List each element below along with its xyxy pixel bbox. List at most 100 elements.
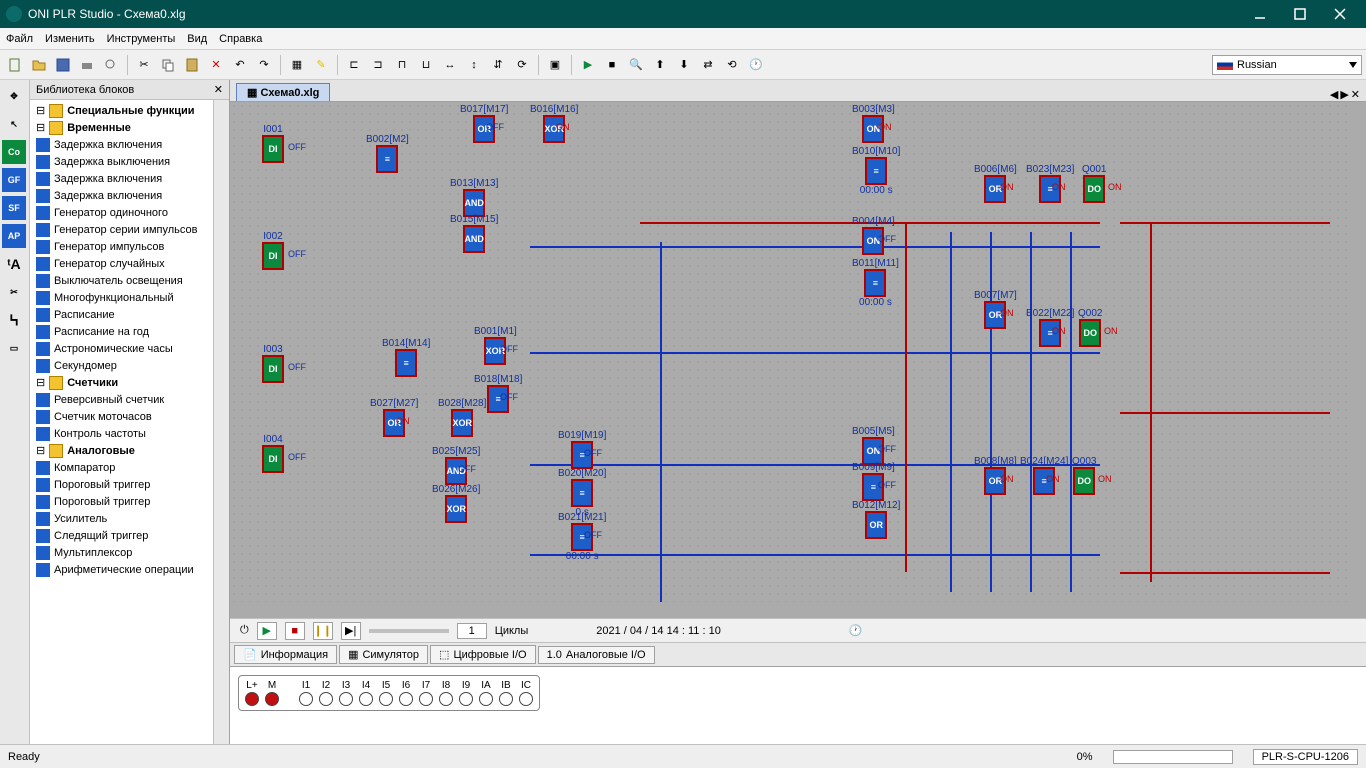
align-bottom-icon[interactable]: ⊔ <box>415 54 437 76</box>
dist-v-icon[interactable]: ↕ <box>463 54 485 76</box>
refresh-icon[interactable]: ⟲ <box>721 54 743 76</box>
tab-prev-icon[interactable]: ◀ <box>1330 88 1338 101</box>
tree-item[interactable]: Задержка включения <box>32 170 211 187</box>
tree-item[interactable]: Контроль частоты <box>32 425 211 442</box>
preview-button[interactable] <box>100 54 122 76</box>
block-I001[interactable]: I001DIOFF <box>262 124 284 163</box>
block-B019[interactable]: B019[M19]≡OFF <box>558 430 606 469</box>
minimize-button[interactable] <box>1240 0 1280 28</box>
sim-step-icon[interactable]: ▶| <box>341 622 361 640</box>
tree-group[interactable]: ⊟Аналоговые <box>32 442 211 459</box>
tool-pointer[interactable]: ↖ <box>2 112 26 136</box>
save-button[interactable] <box>52 54 74 76</box>
tree-group[interactable]: ⊟Временные <box>32 119 211 136</box>
dist-h-icon[interactable]: ↔ <box>439 54 461 76</box>
io-I8[interactable]: I8 <box>439 680 453 706</box>
tree-item[interactable]: Выключатель освещения <box>32 272 211 289</box>
tree-item[interactable]: Мультиплексор <box>32 544 211 561</box>
tree-item[interactable]: Реверсивный счетчик <box>32 391 211 408</box>
tree-item[interactable]: Генератор случайных <box>32 255 211 272</box>
block-B015[interactable]: B015[M15]AND <box>450 214 498 253</box>
tab-close-icon[interactable]: ✕ <box>1351 88 1360 101</box>
block-tree[interactable]: ⊟Специальные функции⊟ВременныеЗадержка в… <box>30 100 213 744</box>
block-B012[interactable]: B012[M12]OR <box>852 500 900 539</box>
block-B010[interactable]: B010[M10]≡00:00 s <box>852 146 900 196</box>
tree-item[interactable]: Секундомер <box>32 357 211 374</box>
tree-item[interactable]: Расписание на год <box>32 323 211 340</box>
io-IB[interactable]: IB <box>499 680 513 706</box>
io-I1[interactable]: I1 <box>299 680 313 706</box>
tree-item[interactable]: Генератор серии импульсов <box>32 221 211 238</box>
tool-sf[interactable]: SF <box>2 196 26 220</box>
tool-move[interactable]: ✥ <box>2 84 26 108</box>
tree-item[interactable]: Многофункциональный <box>32 289 211 306</box>
block-B027[interactable]: B027[M27]ORON <box>370 398 418 437</box>
tool-connect[interactable]: ┗┓ <box>2 308 26 332</box>
block-Q001[interactable]: Q001DOON <box>1082 164 1106 203</box>
io-I4[interactable]: I4 <box>359 680 373 706</box>
flip-icon[interactable]: ⇵ <box>487 54 509 76</box>
menu-edit[interactable]: Изменить <box>45 33 95 45</box>
io-I5[interactable]: I5 <box>379 680 393 706</box>
block-B009[interactable]: B009[M9]≡OFF <box>852 462 895 501</box>
tool-co[interactable]: Co <box>2 140 26 164</box>
block-I003[interactable]: I003DIOFF <box>262 344 284 383</box>
io-I2[interactable]: I2 <box>319 680 333 706</box>
tool-gf[interactable]: GF <box>2 168 26 192</box>
undo-icon[interactable]: ↶ <box>229 54 251 76</box>
tree-item[interactable]: Генератор одиночного <box>32 204 211 221</box>
block-B014[interactable]: B014[M14]≡ <box>382 338 430 377</box>
tree-item[interactable]: Задержка выключения <box>32 153 211 170</box>
tab-next-icon[interactable]: ▶ <box>1340 88 1348 101</box>
io-M[interactable]: M <box>265 680 279 706</box>
grid-icon[interactable]: ▦ <box>286 54 308 76</box>
run-icon[interactable]: ▶ <box>577 54 599 76</box>
close-button[interactable] <box>1320 0 1360 28</box>
rotate-icon[interactable]: ⟳ <box>511 54 533 76</box>
sidebar-scrollbar[interactable] <box>213 100 229 744</box>
block-B005[interactable]: B005[M5]ONOFF <box>852 426 895 465</box>
tree-item[interactable]: Следящий триггер <box>32 527 211 544</box>
block-B006[interactable]: B006[M6]ORON <box>974 164 1017 203</box>
paste-icon[interactable] <box>181 54 203 76</box>
tab-analog-io[interactable]: 1.0Аналоговые I/O <box>538 646 655 664</box>
io-I9[interactable]: I9 <box>459 680 473 706</box>
tool-cut[interactable]: ✂ <box>2 280 26 304</box>
search-icon[interactable]: 🔍 <box>625 54 647 76</box>
clock-icon[interactable]: 🕐 <box>745 54 767 76</box>
cut-icon[interactable]: ✂ <box>133 54 155 76</box>
print-button[interactable] <box>76 54 98 76</box>
block-B004[interactable]: B004[M4]ONOFF <box>852 216 895 255</box>
block-B020[interactable]: B020[M20]≡0 s <box>558 468 606 518</box>
tree-item[interactable]: Задержка включения <box>32 136 211 153</box>
io-IC[interactable]: IC <box>519 680 533 706</box>
block-B021[interactable]: B021[M21]≡OFF00:00 s <box>558 512 606 562</box>
menu-file[interactable]: Файл <box>6 33 33 45</box>
block-B002[interactable]: B002[M2]≡ <box>366 134 409 173</box>
sim-play-icon[interactable]: ▶ <box>257 622 277 640</box>
tab-info[interactable]: 📄Информация <box>234 645 337 664</box>
block-B017[interactable]: B017[M17]OROFF <box>460 104 508 143</box>
block-B003[interactable]: B003[M3]ONON <box>852 104 895 143</box>
block-I004[interactable]: I004DIOFF <box>262 434 284 473</box>
redo-icon[interactable]: ↷ <box>253 54 275 76</box>
sim-clock-icon[interactable]: 🕐 <box>849 624 863 637</box>
sim-stop-icon[interactable]: ■ <box>285 622 305 640</box>
block-B028[interactable]: B028[M28]XOR <box>438 398 486 437</box>
align-left-icon[interactable]: ⊏ <box>343 54 365 76</box>
stop-icon[interactable]: ■ <box>601 54 623 76</box>
menu-view[interactable]: Вид <box>187 33 207 45</box>
copy-icon[interactable] <box>157 54 179 76</box>
block-B016[interactable]: B016[M16]XORON <box>530 104 578 143</box>
sim-slider[interactable] <box>369 629 449 633</box>
block-B026[interactable]: B026[M26]XOR <box>432 484 480 523</box>
block-B024[interactable]: B024[M24]≡ON <box>1020 456 1068 495</box>
io-I7[interactable]: I7 <box>419 680 433 706</box>
io-I3[interactable]: I3 <box>339 680 353 706</box>
block-B022[interactable]: B022[M22]≡ON <box>1026 308 1074 347</box>
block-B025[interactable]: B025[M25]ANDOFF <box>432 446 480 485</box>
compare-icon[interactable]: ⇄ <box>697 54 719 76</box>
tool-page[interactable]: ▭ <box>2 336 26 360</box>
tree-group[interactable]: ⊟Счетчики <box>32 374 211 391</box>
sim-count-input[interactable] <box>457 623 487 639</box>
